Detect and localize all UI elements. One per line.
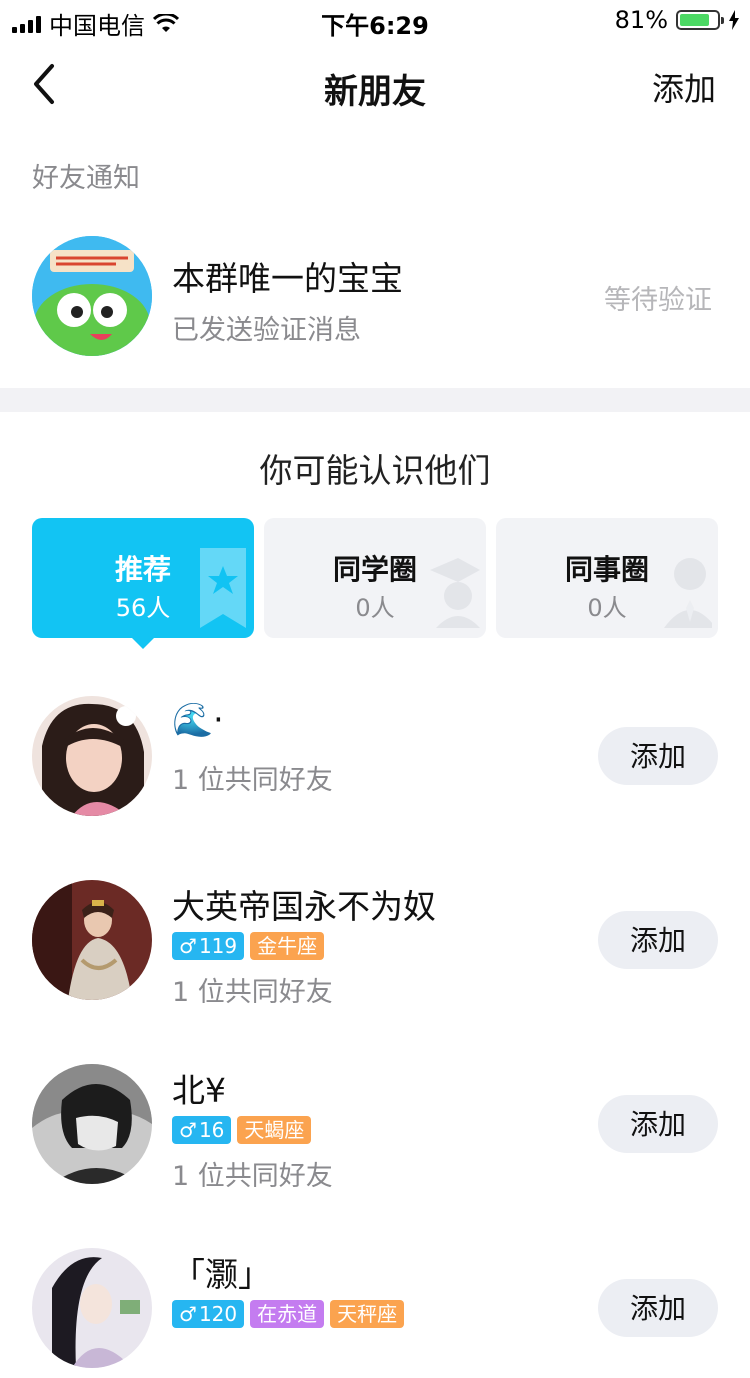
tab-label: 推荐 [114, 553, 171, 586]
location-badge: 在赤道 [250, 1300, 325, 1328]
nav-bar: 新朋友 添加 [0, 40, 750, 128]
charging-icon [729, 10, 739, 30]
friend-request-item[interactable]: 本群唯一的宝宝 已发送验证消息 等待验证 [0, 222, 750, 372]
zodiac-badge: 金牛座 [250, 932, 325, 960]
tab-colleagues[interactable]: 同事圈 0人 [496, 518, 718, 638]
person-name: 「灏」 [172, 1255, 271, 1294]
mutual-friends: 1 位共同好友 [172, 977, 333, 1008]
battery-percent: 81% [614, 6, 668, 34]
gender-age-badge: ♂ 16 [172, 1116, 232, 1144]
male-icon: ♂ [179, 1118, 197, 1142]
list-item[interactable]: 大英帝国永不为奴 ♂ 119 金牛座 1 位共同好友 添加 [0, 880, 750, 1010]
section-divider [0, 388, 750, 412]
male-icon: ♂ [179, 934, 197, 958]
gender-age-badge: ♂ 120 [172, 1300, 245, 1328]
tab-classmates[interactable]: 同学圈 0人 [264, 518, 486, 638]
add-button[interactable]: 添加 [598, 1095, 718, 1153]
active-tab-pointer [130, 636, 156, 649]
add-button[interactable]: 添加 [598, 727, 718, 785]
zodiac-badge: 天秤座 [330, 1300, 405, 1328]
mutual-friends: 1 位共同好友 [172, 765, 333, 796]
gender-age-badge: ♂ 119 [172, 932, 245, 960]
avatar [32, 1064, 152, 1184]
tab-label: 同事圈 [564, 553, 649, 586]
person-name: 大英帝国永不为奴 [172, 887, 436, 926]
avatar [32, 1248, 152, 1368]
page-title: 新朋友 [324, 72, 426, 112]
add-friend-button[interactable]: 添加 [652, 64, 716, 110]
friend-notice-label: 好友通知 [32, 163, 140, 194]
suggestions-title: 你可能认识他们 [259, 451, 491, 490]
tab-count: 0人 [587, 594, 627, 622]
person-tags: ♂ 119 金牛座 [172, 932, 325, 960]
zodiac-badge: 天蝎座 [237, 1116, 312, 1144]
tab-count: 0人 [355, 594, 395, 622]
person-tags: ♂ 16 天蝎座 [172, 1116, 312, 1144]
request-status: 等待验证 [604, 285, 712, 316]
tab-count: 56人 [115, 594, 171, 622]
list-item[interactable]: 「灏」 ♂ 120 在赤道 天秤座 添加 [0, 1248, 750, 1378]
male-icon: ♂ [179, 1302, 197, 1326]
person-name: 🌊· [172, 700, 224, 739]
suggestion-tabs: 推荐 56人 同学圈 0人 同事圈 0人 [32, 518, 718, 638]
battery-icon [676, 10, 724, 30]
list-item[interactable]: 🌊· 1 位共同好友 添加 [0, 696, 750, 826]
mutual-friends: 1 位共同好友 [172, 1161, 333, 1192]
avatar [32, 236, 152, 356]
avatar [32, 880, 152, 1000]
request-name: 本群唯一的宝宝 [172, 259, 403, 298]
add-button[interactable]: 添加 [598, 911, 718, 969]
tab-label: 同学圈 [332, 553, 417, 586]
list-item[interactable]: 北¥ ♂ 16 天蝎座 1 位共同好友 添加 [0, 1064, 750, 1194]
person-name: 北¥ [172, 1071, 226, 1110]
tab-recommended[interactable]: 推荐 56人 [32, 518, 254, 638]
status-bar: 中国电信 下午6:29 81% [0, 0, 750, 40]
avatar [32, 696, 152, 816]
request-sub: 已发送验证消息 [172, 315, 361, 346]
add-button[interactable]: 添加 [598, 1279, 718, 1337]
person-tags: ♂ 120 在赤道 天秤座 [172, 1300, 405, 1328]
